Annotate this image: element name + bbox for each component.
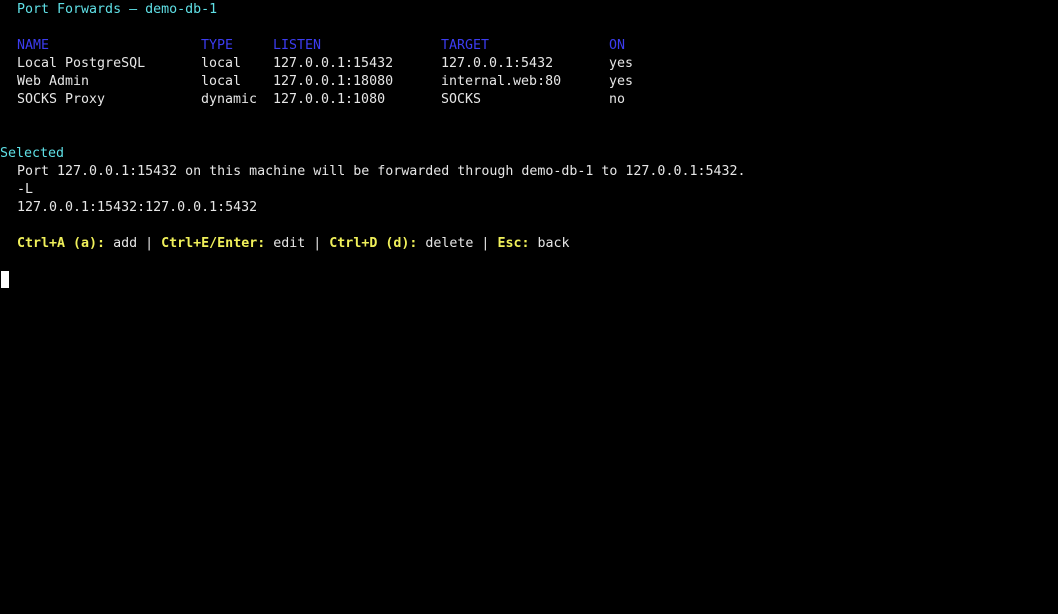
keybind-delete-action: delete [425,236,474,251]
row-listen: 127.0.0.1:18080 [273,74,394,89]
row-type: local [201,74,242,89]
row-name: SOCKS Proxy [17,92,106,107]
keybind-edit-key[interactable]: Ctrl+E/Enter: [161,236,265,251]
row-target: 127.0.0.1:5432 [441,56,554,71]
header-on: ON [609,38,626,53]
selected-description: Port 127.0.0.1:15432 on this machine wil… [17,164,746,179]
row-name: Web Admin [17,74,90,89]
selected-flag: -L [17,182,34,197]
keybind-add-key[interactable]: Ctrl+A (a): [17,236,105,251]
row-type: dynamic [201,92,258,107]
terminal-cursor [1,271,9,288]
header-listen: LISTEN [273,38,322,53]
page-title: Port Forwards — demo-db-1 [17,2,218,17]
keybind-add-action: add [113,236,138,251]
row-type: local [201,56,242,71]
keybind-separator: | [305,236,330,251]
table-row[interactable]: SOCKS Proxy dynamic 127.0.0.1:1080 SOCKS… [17,91,717,109]
row-name: Local PostgreSQL [17,56,146,71]
keybind-bar: Ctrl+A (a): add | Ctrl+E/Enter: edit | C… [17,235,570,253]
row-target: internal.web:80 [441,74,562,89]
keybind-back-key[interactable]: Esc: [497,236,529,251]
keybind-back-action: back [537,236,570,251]
row-listen: 127.0.0.1:1080 [273,92,386,107]
keybind-separator: | [473,236,498,251]
table-row[interactable]: Local PostgreSQL local 127.0.0.1:15432 1… [17,55,717,73]
row-target: SOCKS [441,92,482,107]
keybind-separator: | [137,236,162,251]
table-row[interactable]: Web Admin local 127.0.0.1:18080 internal… [17,73,717,91]
row-listen: 127.0.0.1:15432 [273,56,394,71]
selected-spec: 127.0.0.1:15432:127.0.0.1:5432 [17,200,258,215]
header-name: NAME [17,38,50,53]
row-on: no [609,92,626,107]
keybind-edit-action: edit [273,236,306,251]
table-header: NAME TYPE LISTEN TARGET ON [17,37,717,55]
row-on: yes [609,56,634,71]
header-type: TYPE [201,38,234,53]
selected-heading: Selected [0,146,65,161]
keybind-delete-key[interactable]: Ctrl+D (d): [329,236,417,251]
row-on: yes [609,74,634,89]
header-target: TARGET [441,38,490,53]
